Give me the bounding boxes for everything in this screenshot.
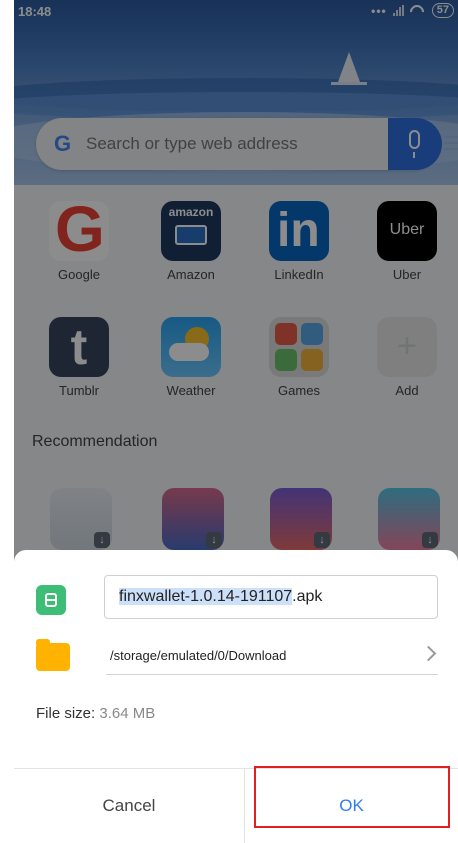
file-size-label: File size:	[36, 705, 96, 722]
ok-button[interactable]: OK	[245, 769, 458, 843]
browser-screen: 18:48 ••• 57 G Search or type web addres…	[14, 0, 458, 843]
chevron-right-icon	[420, 645, 437, 662]
file-size-value: 3.64 MB	[99, 705, 156, 722]
phone-frame: 18:48 ••• 57 G Search or type web addres…	[0, 0, 458, 843]
download-path-selector[interactable]: /storage/emulated/0/Download	[106, 640, 438, 675]
filename-extension: .apk	[292, 588, 323, 605]
filename-input[interactable]: finxwallet-1.0.14-191107.apk	[104, 575, 438, 619]
cancel-button[interactable]: Cancel	[14, 769, 244, 843]
filename-selected-text: finxwallet-1.0.14-191107	[119, 588, 293, 605]
download-dialog: finxwallet-1.0.14-191107.apk /storage/em…	[14, 550, 458, 843]
folder-icon	[36, 639, 70, 671]
download-path: /storage/emulated/0/Download	[110, 648, 287, 663]
file-size: File size: 3.64 MB	[36, 705, 155, 722]
apk-file-icon	[36, 585, 66, 615]
